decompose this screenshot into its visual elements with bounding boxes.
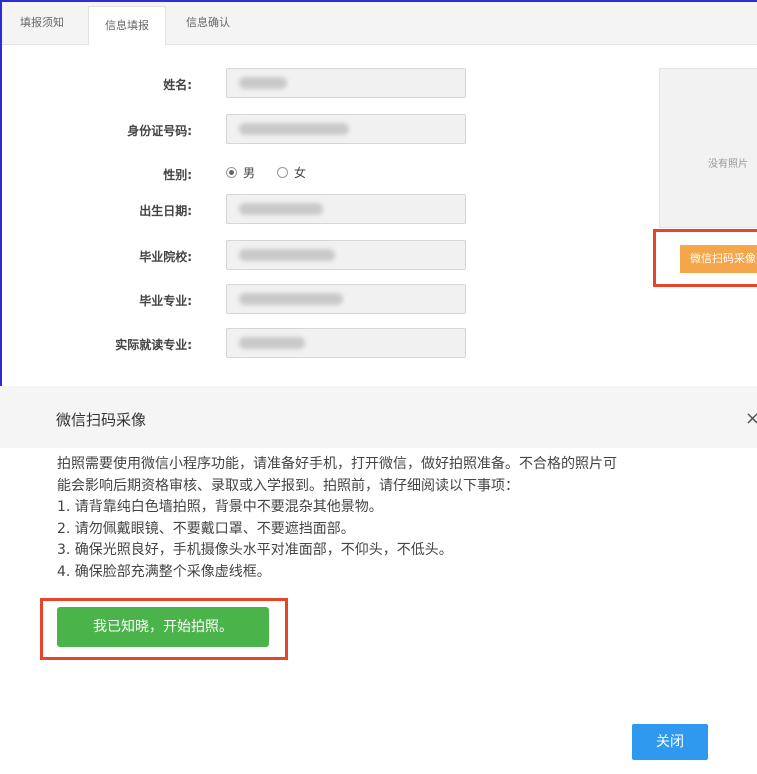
name-field[interactable] (226, 68, 466, 98)
major-label: 毕业专业: (139, 294, 192, 308)
major-field[interactable] (226, 284, 466, 314)
wechat-photo-modal: 微信扫码采像 × 拍照需要使用微信小程序功能，请准备好手机，打开微信，做好拍照准… (0, 386, 757, 774)
tab-info-confirm[interactable]: 信息确认 (186, 12, 230, 34)
close-button[interactable]: 关闭 (632, 724, 708, 760)
highlight-box-wechat: 微信扫码采像 (653, 229, 757, 287)
id-number-field[interactable] (226, 114, 466, 144)
gender-label: 性别: (163, 168, 192, 182)
instruction-line: 拍照需要使用微信小程序功能，请准备好手机，打开微信，做好拍照准备。不合格的照片可 (57, 456, 617, 472)
redacted-value (239, 123, 349, 135)
modal-title: 微信扫码采像 (56, 411, 147, 429)
rule-item: 2. 请勿佩戴眼镜、不要戴口罩、不要遮挡面部。 (57, 520, 355, 537)
actual-major-field[interactable] (226, 328, 466, 358)
gender-radio-group: 男 女 (226, 162, 328, 182)
close-icon[interactable]: × (745, 408, 757, 429)
tab-bar: 填报须知 信息填报 信息确认 (2, 2, 757, 45)
modal-header: 微信扫码采像 × (0, 386, 757, 448)
birth-date-field[interactable] (226, 194, 466, 224)
redacted-value (239, 337, 305, 349)
photo-placeholder: 没有照片 (659, 68, 757, 228)
tab-info-entry[interactable]: 信息填报 (88, 6, 166, 45)
rule-item: 1. 请背靠纯白色墙拍照，背景中不要混杂其他景物。 (57, 499, 383, 515)
form-panel: 填报须知 信息填报 信息确认 姓名: 身份证号码: 性别: 男 女 出生日期: … (0, 0, 757, 386)
redacted-value (239, 293, 343, 305)
gender-male-label: 男 (243, 165, 256, 180)
modal-instructions: 拍照需要使用微信小程序功能，请准备好手机，打开微信，做好拍照准备。不合格的照片可… (57, 454, 757, 583)
wechat-scan-photo-button[interactable]: 微信扫码采像 (680, 245, 757, 273)
gender-female-radio[interactable] (277, 166, 289, 178)
tab-notice[interactable]: 填报须知 (20, 12, 64, 34)
redacted-value (239, 203, 323, 215)
id-number-label: 身份证号码: (127, 124, 192, 138)
redacted-value (239, 77, 287, 89)
no-photo-text: 没有照片 (708, 159, 748, 170)
birth-date-label: 出生日期: (139, 204, 192, 218)
redacted-value (239, 249, 335, 261)
highlight-box-start: 我已知晓，开始拍照。 (40, 598, 288, 660)
rule-item: 4. 确保脸部充满整个采像虚线框。 (57, 563, 271, 580)
start-photo-button[interactable]: 我已知晓，开始拍照。 (57, 607, 269, 647)
school-field[interactable] (226, 240, 466, 270)
gender-male-radio[interactable] (226, 166, 237, 178)
instruction-line: 能会影响后期资格审核、录取或入学报到。拍照前，请仔细阅读以下事项： (57, 477, 519, 494)
rule-item: 3. 确保光照良好，手机摄像头水平对准面部，不仰头，不低头。 (57, 542, 453, 558)
gender-female-label: 女 (294, 165, 307, 180)
actual-major-label: 实际就读专业: (115, 338, 192, 352)
name-label: 姓名: (163, 78, 192, 92)
school-label: 毕业院校: (139, 250, 192, 264)
